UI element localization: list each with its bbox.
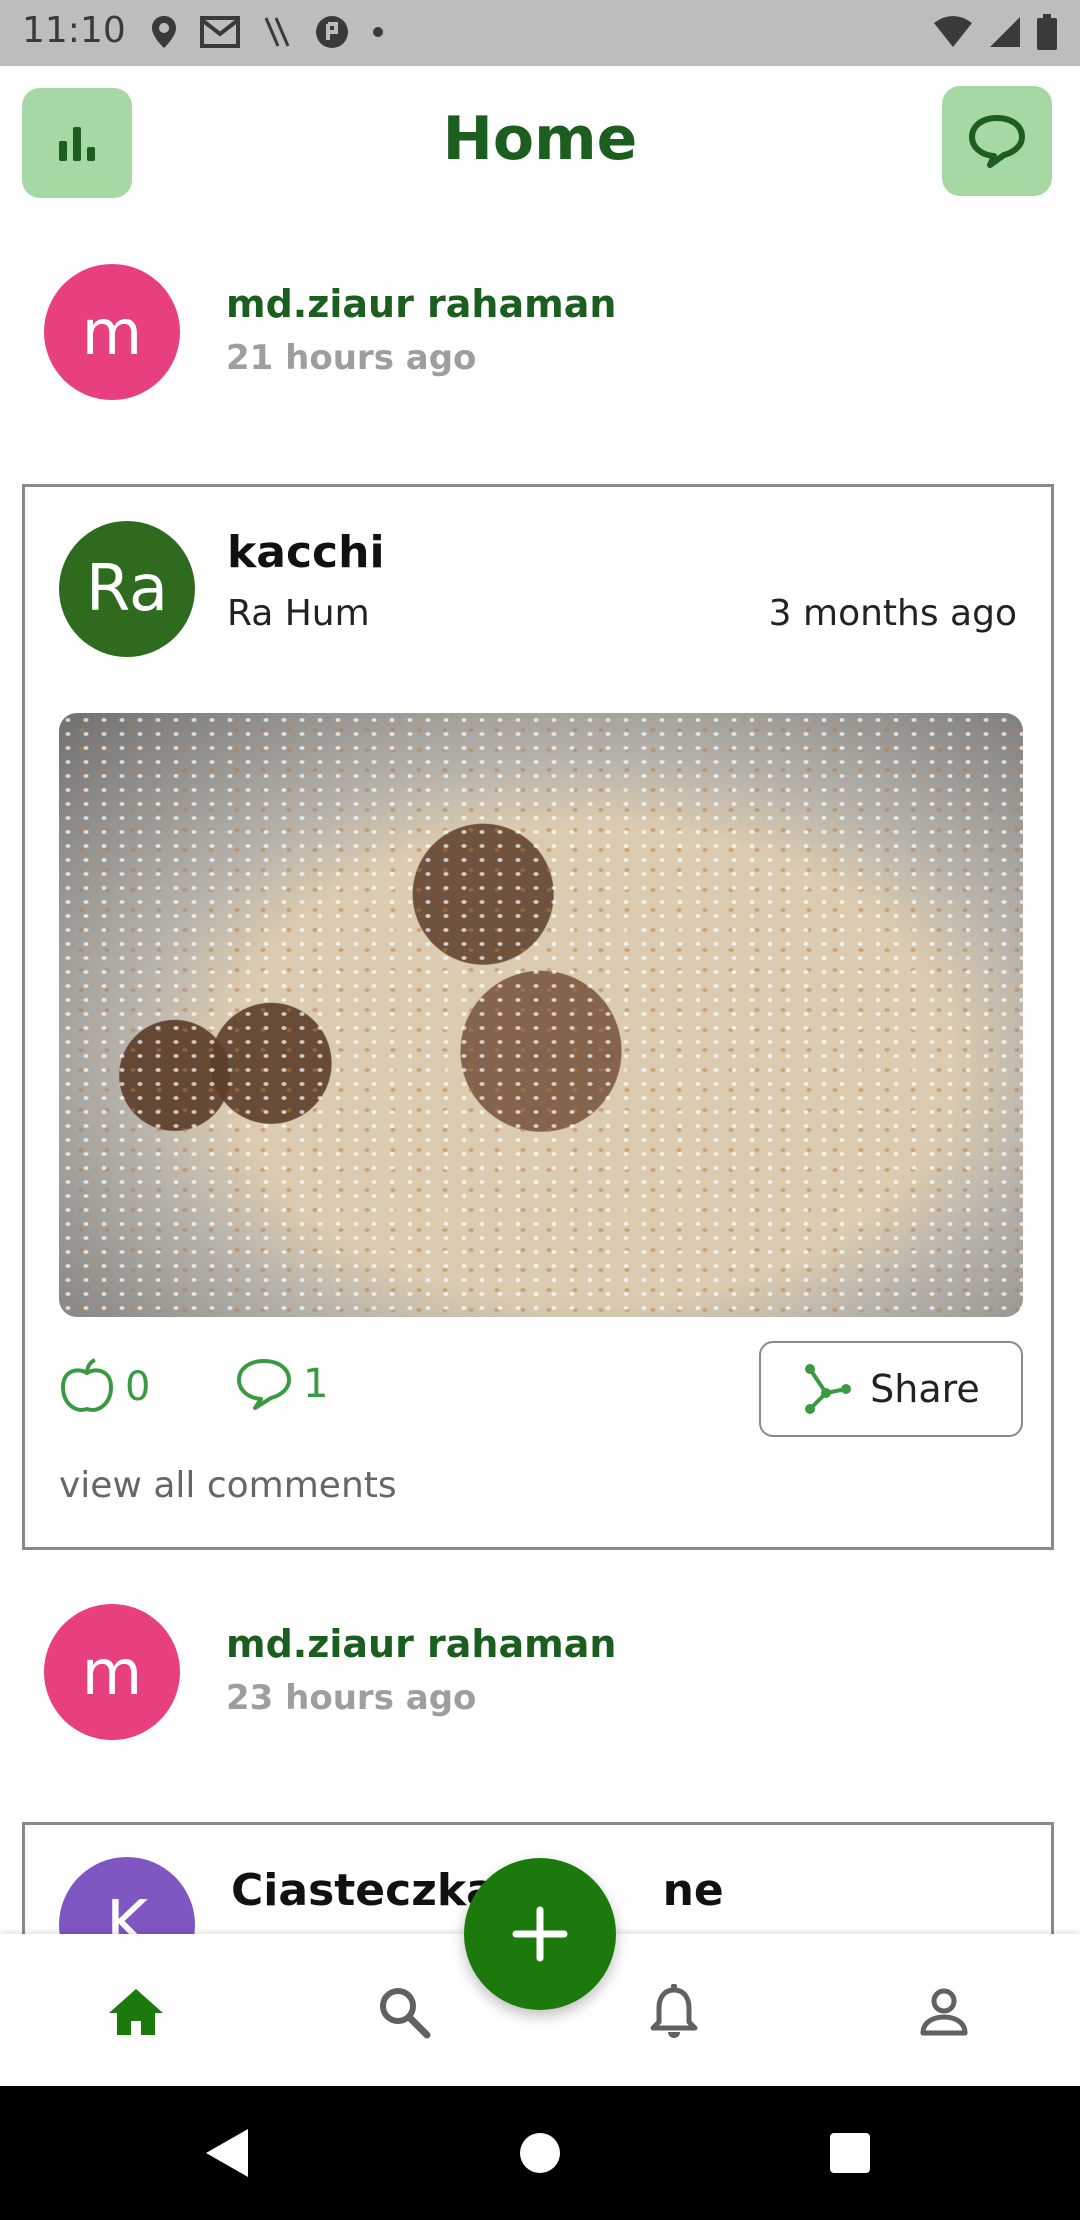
system-navigation-bar: [0, 2086, 1080, 2220]
activity-item[interactable]: m md.ziaur rahaman 23 hours ago: [0, 1604, 1080, 1764]
like-count: 0: [125, 1364, 151, 1410]
status-bar: 11:10: [0, 0, 1080, 66]
avatar[interactable]: m: [44, 264, 180, 400]
search-icon: [380, 1988, 431, 2039]
recents-square-icon: [830, 2133, 870, 2173]
activity-time: 23 hours ago: [226, 1678, 477, 1718]
nav-home[interactable]: [96, 1972, 176, 2052]
home-icon: [109, 1989, 163, 2035]
battery-icon: [1037, 14, 1057, 50]
like-button[interactable]: 0: [59, 1357, 150, 1417]
avatar[interactable]: m: [44, 1604, 180, 1740]
share-icon: [805, 1364, 852, 1414]
plus-icon: [512, 1906, 568, 1962]
activity-item[interactable]: m md.ziaur rahaman 21 hours ago: [0, 264, 1080, 424]
app-bar: Home: [0, 66, 1080, 222]
add-post-fab[interactable]: [464, 1858, 616, 2010]
post-title[interactable]: kacchi: [227, 527, 385, 578]
nav-search[interactable]: [364, 1972, 444, 2052]
back-triangle-icon: [206, 2129, 248, 2177]
post-card: Ra kacchi Ra Hum 3 months ago 0 1 Share …: [22, 484, 1054, 1550]
status-system-icons: [932, 14, 1058, 50]
dot-icon: [373, 27, 383, 37]
post-title-end: ne: [662, 1865, 724, 1916]
status-notification-icons: [150, 14, 384, 50]
nav-notifications[interactable]: [634, 1972, 714, 2052]
comment-count: 1: [303, 1361, 329, 1407]
apple-icon: [60, 1358, 114, 1412]
post-author[interactable]: Ra Hum: [227, 593, 370, 634]
activity-user-name[interactable]: md.ziaur rahaman: [226, 1622, 616, 1666]
system-home-button[interactable]: [503, 2116, 577, 2190]
system-recents-button[interactable]: [813, 2116, 887, 2190]
post-actions: 0 1 Share: [59, 1341, 1023, 1437]
bell-icon: [650, 1984, 698, 2038]
post-image-texture: [59, 713, 1023, 1317]
status-time: 11:10: [22, 10, 126, 51]
chat-bubble-icon: [969, 115, 1025, 168]
activity-time: 21 hours ago: [226, 338, 477, 378]
home-circle-icon: [520, 2133, 560, 2173]
wifi-icon: [934, 16, 972, 47]
cell-signal-icon: [990, 17, 1020, 47]
system-back-button[interactable]: [190, 2116, 264, 2190]
location-icon: [152, 16, 176, 48]
comment-button[interactable]: 1: [235, 1357, 328, 1411]
post-time: 3 months ago: [768, 593, 1017, 634]
app-icon: [316, 16, 348, 48]
activity-user-name[interactable]: md.ziaur rahaman: [226, 282, 616, 326]
mail-icon: [200, 16, 240, 48]
share-button[interactable]: Share: [759, 1341, 1023, 1437]
nav-profile[interactable]: [904, 1972, 984, 2052]
share-label: Share: [870, 1367, 980, 1411]
signal-slash-icon: [264, 17, 290, 47]
chat-button[interactable]: [942, 86, 1052, 196]
person-icon: [920, 1988, 968, 2036]
view-all-comments-link[interactable]: view all comments: [59, 1465, 397, 1506]
page-title: Home: [442, 104, 638, 174]
post-avatar[interactable]: Ra: [59, 521, 195, 657]
comment-icon: [237, 1359, 291, 1410]
post-image[interactable]: [59, 713, 1023, 1317]
